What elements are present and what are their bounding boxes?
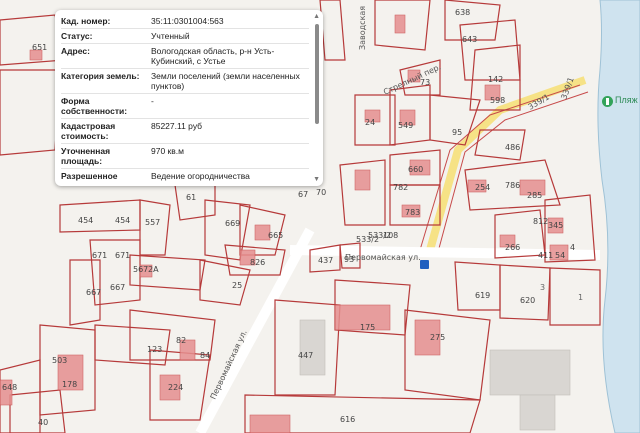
svg-text:782: 782 [393,183,408,192]
svg-text:1: 1 [578,293,583,302]
beach-icon [602,96,613,107]
popup-content: Кад. номер: 35:11:0301004:563 Статус: Учте… [61,14,309,182]
parcel-info-popup[interactable]: Кад. номер: 35:11:0301004:563 Статус: Учте… [55,10,323,186]
scroll-up-icon[interactable]: ▲ [313,13,320,20]
label: Форма собственности: [61,96,128,116]
svg-text:616: 616 [340,415,355,424]
svg-text:557: 557 [145,218,160,227]
label: Кад. номер: [61,16,111,26]
value: Ведение огородничества [151,171,250,181]
svg-text:73: 73 [420,78,430,87]
svg-text:447: 447 [298,351,313,360]
svg-text:437: 437 [318,256,333,265]
svg-text:783: 783 [405,208,420,217]
label: Кадастровая стоимость: [61,121,116,141]
svg-text:786: 786 [505,181,520,190]
svg-text:93: 93 [344,255,354,264]
popup-scrollbar[interactable] [315,24,319,124]
svg-text:40: 40 [38,418,48,427]
svg-text:665: 665 [268,231,283,240]
value: Учтенный [151,31,190,41]
scroll-down-icon[interactable]: ▼ [313,176,320,183]
svg-text:275: 275 [430,333,445,342]
svg-text:812: 812 [533,217,548,226]
svg-text:667: 667 [86,288,101,297]
label: Разрешенное [61,171,118,181]
svg-text:411: 411 [538,251,553,260]
svg-text:266: 266 [505,243,520,252]
svg-text:454: 454 [115,216,130,225]
svg-text:84: 84 [200,351,210,360]
value: - [151,96,154,106]
value: 35:11:0301004:563 [151,16,224,26]
svg-text:454: 454 [78,216,93,225]
label: Статус: [61,31,93,41]
row-category: Категория земель: Земли поселений (земли … [61,69,309,94]
svg-text:671: 671 [115,251,130,260]
value: 85227.11 руб [151,121,203,131]
svg-text:345: 345 [548,221,563,230]
svg-text:671: 671 [92,251,107,260]
svg-text:70: 70 [316,188,326,197]
svg-text:61: 61 [186,193,196,202]
row-ownership: Форма собственности: - [61,94,309,119]
svg-text:25: 25 [232,281,242,290]
row-area: Уточненная площадь: 970 кв.м [61,144,309,169]
svg-text:175: 175 [360,323,375,332]
svg-text:667: 667 [110,283,125,292]
bus-stop-icon [420,260,429,269]
row-cost: Кадастровая стоимость: 85227.11 руб [61,119,309,144]
svg-text:123: 123 [147,345,162,354]
svg-text:503: 503 [52,356,67,365]
svg-text:598: 598 [490,96,505,105]
svg-text:95: 95 [452,128,462,137]
label: Категория земель: [61,71,140,81]
svg-text:643: 643 [462,35,477,44]
svg-text:142: 142 [488,75,503,84]
svg-text:24: 24 [365,118,375,127]
river-area [597,0,640,433]
svg-text:567: 567 [133,265,148,274]
svg-text:533/2: 533/2 [368,231,391,240]
svg-text:660: 660 [408,165,423,174]
svg-text:285: 285 [527,191,542,200]
row-permitted-use: Разрешенное Ведение огородничества [61,169,309,182]
svg-text:4: 4 [570,243,575,252]
svg-text:486: 486 [505,143,520,152]
svg-text:638: 638 [455,8,470,17]
svg-text:67: 67 [298,190,308,199]
svg-text:2A: 2A [148,265,159,274]
value: 970 кв.м [151,146,184,156]
svg-text:3: 3 [540,283,545,292]
street-label-pervomayskaya: Первомайская ул. [345,253,421,262]
value: Вологодская область, р-н Усть-Кубинский,… [151,46,275,66]
svg-text:648: 648 [2,383,17,392]
svg-text:82: 82 [176,336,186,345]
svg-text:826: 826 [250,258,265,267]
street-label-zavodskaya: Заводская [358,6,367,50]
label: Уточненная площадь: [61,146,111,166]
svg-text:224: 224 [168,383,183,392]
svg-text:651: 651 [32,43,47,52]
svg-text:619: 619 [475,291,490,300]
svg-text:54: 54 [555,251,565,260]
value: Земли поселений (земли населенных пункто… [151,71,300,91]
beach-label: Пляж [615,95,638,105]
svg-text:549: 549 [398,121,413,130]
svg-text:669: 669 [225,219,240,228]
svg-text:254: 254 [475,183,490,192]
row-address: Адрес: Вологодская область, р-н Усть-Куби… [61,44,309,69]
row-cad-number: Кад. номер: 35:11:0301004:563 [61,14,309,29]
svg-text:178: 178 [62,380,77,389]
svg-text:620: 620 [520,296,535,305]
row-status: Статус: Учтенный [61,29,309,44]
label: Адрес: [61,46,90,56]
